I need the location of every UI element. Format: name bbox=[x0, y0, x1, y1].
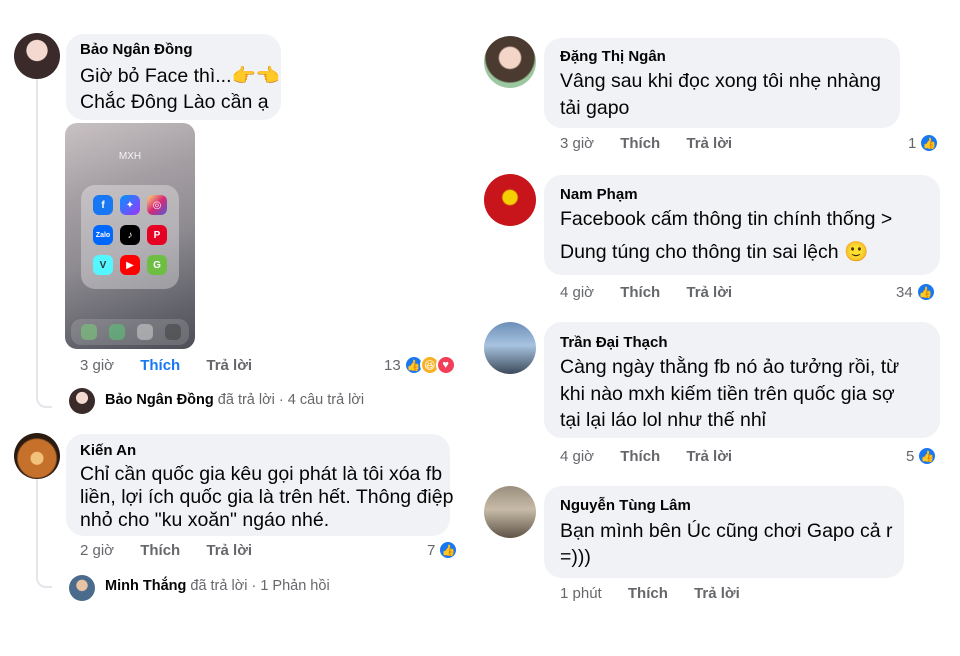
comment-attachment-image[interactable]: MXH f ✦ ◎ Zalo ♪ P V ▶ G bbox=[65, 123, 195, 349]
right-comment-panel: Đặng Thị Ngân Vâng sau khi đọc xong tôi … bbox=[476, 0, 960, 656]
thread-line bbox=[36, 478, 38, 574]
avatar[interactable] bbox=[484, 322, 536, 374]
comment-time[interactable]: 3 giờ bbox=[560, 135, 594, 152]
comment-time[interactable]: 4 giờ bbox=[560, 448, 594, 465]
comment-author[interactable]: Kiến An bbox=[80, 442, 136, 459]
like-button[interactable]: Thích bbox=[620, 284, 660, 301]
reply-action: đã trả lời bbox=[217, 392, 275, 408]
avatar[interactable] bbox=[14, 433, 60, 479]
love-reaction-icon: ♥ bbox=[435, 355, 456, 375]
phone-app-icon bbox=[81, 324, 97, 340]
like-reaction-icon: 👍 bbox=[438, 540, 459, 560]
comment-author[interactable]: Nguyễn Tùng Lâm bbox=[560, 497, 691, 514]
like-button[interactable]: Thích bbox=[140, 542, 180, 559]
reply-author: Bảo Ngân Đồng bbox=[105, 392, 214, 408]
avatar[interactable] bbox=[14, 33, 60, 79]
view-replies-link[interactable]: Bảo Ngân Đồng đã trả lời · 4 câu trả lời bbox=[105, 392, 364, 408]
reply-button[interactable]: Trả lời bbox=[206, 542, 252, 559]
comment-time[interactable]: 1 phút bbox=[560, 585, 602, 602]
comment-time[interactable]: 3 giờ bbox=[80, 357, 114, 374]
thread-connector bbox=[36, 574, 52, 588]
reaction-count: 5 bbox=[906, 447, 915, 465]
reply-button[interactable]: Trả lời bbox=[686, 135, 732, 152]
like-button[interactable]: Thích bbox=[620, 135, 660, 152]
app-folder: f ✦ ◎ Zalo ♪ P V ▶ G bbox=[81, 185, 179, 289]
phone-app-icon bbox=[165, 324, 181, 340]
reaction-summary[interactable]: 5 👍 bbox=[906, 446, 938, 466]
comment-time[interactable]: 4 giờ bbox=[560, 284, 594, 301]
like-button[interactable]: Thích bbox=[140, 357, 180, 374]
like-reaction-icon: 👍 bbox=[915, 282, 936, 302]
reply-avatar[interactable] bbox=[69, 388, 95, 414]
phone-app-icon bbox=[137, 324, 153, 340]
reply-button[interactable]: Trả lời bbox=[686, 448, 732, 465]
gapo-icon: G bbox=[147, 255, 167, 275]
comment-text-line: Bạn mình bên Úc cũng chơi Gapo cả r bbox=[560, 520, 893, 542]
zalo-icon-label: Zalo bbox=[95, 231, 111, 239]
messenger-icon: ✦ bbox=[120, 195, 140, 215]
thread-connector bbox=[36, 394, 52, 408]
thread-line bbox=[36, 78, 38, 394]
reaction-summary[interactable]: 7 👍 bbox=[427, 540, 459, 560]
reply-action: đã trả lời bbox=[190, 578, 248, 594]
comment-text-line: Facebook cấm thông tin chính thống > bbox=[560, 208, 893, 230]
zalo-icon: Zalo bbox=[93, 225, 113, 245]
comment-text-line: =))) bbox=[560, 546, 591, 568]
phone-app-icon bbox=[109, 324, 125, 340]
reply-button[interactable]: Trả lời bbox=[206, 357, 252, 374]
comment-text-line: Chắc Đông Lào cần ạ bbox=[80, 91, 269, 113]
vlive-icon: V bbox=[93, 255, 113, 275]
reaction-summary[interactable]: 34 👍 bbox=[896, 282, 936, 302]
comment-actions: 2 giờ Thích Trả lời bbox=[80, 542, 274, 559]
youtube-icon: ▶ bbox=[120, 255, 140, 275]
comment-actions: 4 giờ Thích Trả lời bbox=[560, 284, 754, 301]
folder-label: MXH bbox=[118, 151, 142, 162]
reply-avatar[interactable] bbox=[69, 575, 95, 601]
reaction-summary[interactable]: 13 👍 😆 ♥ bbox=[384, 355, 456, 375]
comment-text-line: Dung túng cho thông tin sai lệch 🙂 bbox=[560, 241, 869, 263]
comment-text-line: nhỏ cho "ku xoăn" ngáo nhé. bbox=[80, 509, 330, 531]
like-button[interactable]: Thích bbox=[628, 585, 668, 602]
like-button[interactable]: Thích bbox=[620, 448, 660, 465]
reaction-count: 7 bbox=[427, 541, 436, 559]
reply-count: · 4 câu trả lời bbox=[278, 392, 365, 408]
tiktok-icon: ♪ bbox=[120, 225, 140, 245]
reply-author: Minh Thắng bbox=[105, 578, 187, 594]
comment-actions: 4 giờ Thích Trả lời bbox=[560, 448, 754, 465]
avatar[interactable] bbox=[484, 174, 536, 226]
reaction-count: 34 bbox=[896, 283, 913, 301]
reply-button[interactable]: Trả lời bbox=[686, 284, 732, 301]
reaction-count: 1 bbox=[908, 134, 917, 152]
facebook-icon: f bbox=[93, 195, 113, 215]
comment-actions: 3 giờ Thích Trả lời bbox=[560, 135, 754, 152]
comment-text-line: tại lại láo lol như thế nhỉ bbox=[560, 409, 767, 431]
comment-actions: 1 phút Thích Trả lời bbox=[560, 585, 762, 602]
phone-dock bbox=[71, 319, 189, 345]
comment-author[interactable]: Bảo Ngân Đồng bbox=[80, 41, 193, 58]
comment-actions: 3 giờ Thích Trả lời bbox=[80, 357, 274, 374]
instagram-icon: ◎ bbox=[147, 195, 167, 215]
pinterest-icon: P bbox=[147, 225, 167, 245]
view-replies-link[interactable]: Minh Thắng đã trả lời · 1 Phản hồi bbox=[105, 578, 330, 594]
comment-author[interactable]: Nam Phạm bbox=[560, 186, 638, 203]
left-comment-panel: Bảo Ngân Đồng Giờ bỏ Face thì...👉👈 Chắc … bbox=[0, 0, 470, 656]
comment-time[interactable]: 2 giờ bbox=[80, 542, 114, 559]
avatar[interactable] bbox=[484, 486, 536, 538]
reaction-summary[interactable]: 1 👍 bbox=[908, 133, 940, 153]
comment-author[interactable]: Đặng Thị Ngân bbox=[560, 48, 666, 65]
reply-button[interactable]: Trả lời bbox=[694, 585, 740, 602]
like-reaction-icon: 👍 bbox=[917, 446, 938, 466]
reply-count: · 1 Phản hồi bbox=[251, 578, 330, 594]
comment-author[interactable]: Trần Đại Thạch bbox=[560, 334, 668, 351]
like-reaction-icon: 👍 bbox=[919, 133, 940, 153]
reaction-count: 13 bbox=[384, 356, 401, 374]
avatar[interactable] bbox=[484, 36, 536, 88]
comment-text-line: tải gapo bbox=[560, 97, 630, 119]
